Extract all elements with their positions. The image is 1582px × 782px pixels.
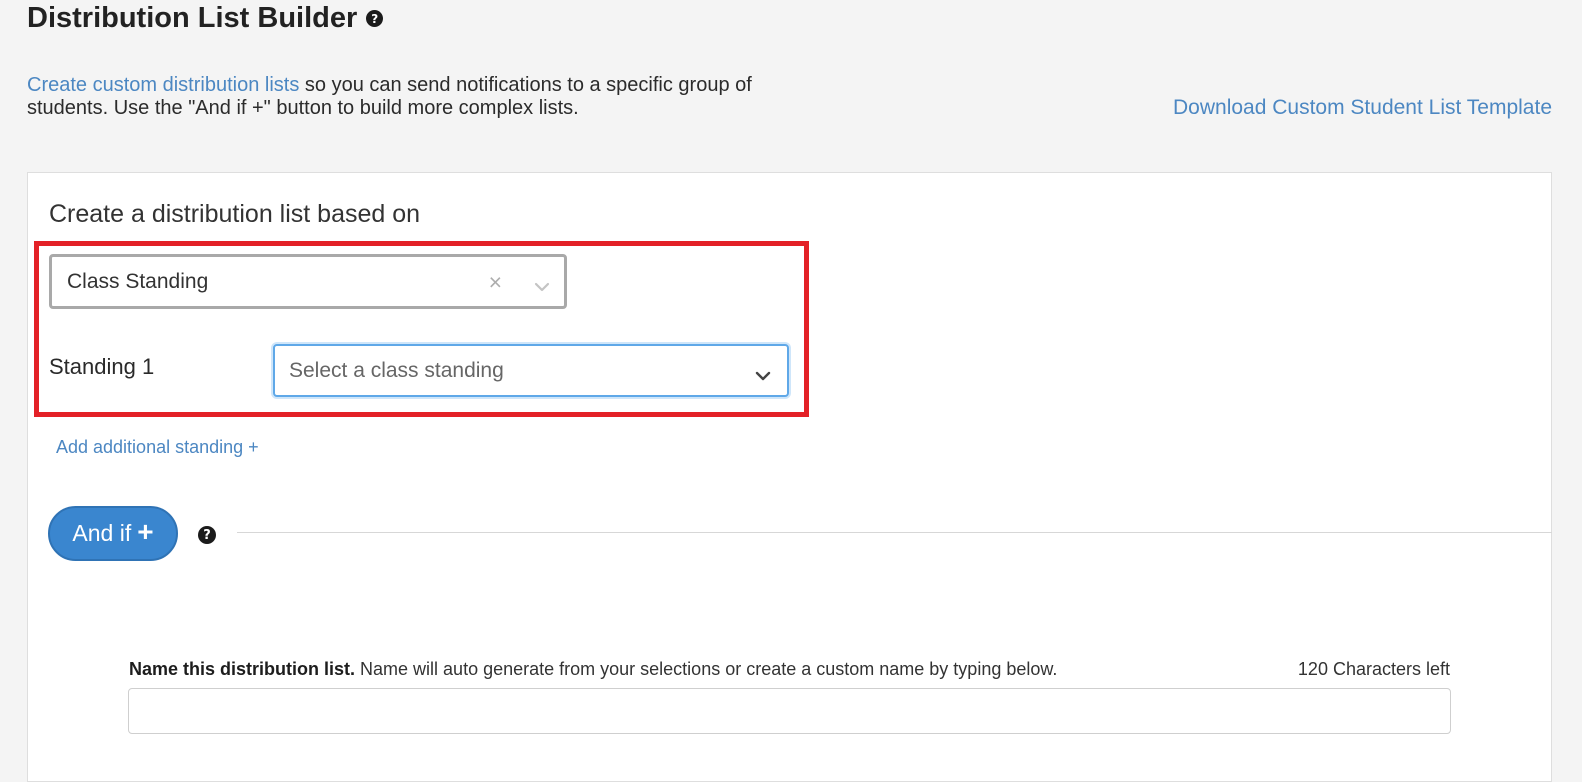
and-if-help-icon[interactable]: ? [198,526,216,544]
plus-icon: + [137,516,154,547]
characters-left-counter: 120 Characters left [1297,659,1450,679]
chevron-down-icon[interactable] [534,274,550,298]
class-standing-placeholder: Select a class standing [289,358,504,382]
name-list-label-bold: Name this distribution list. [129,659,356,679]
add-standing-link[interactable]: Add additional standing + [56,437,259,458]
intro-text: Create custom distribution lists so you … [27,74,817,120]
help-question-icon[interactable]: ? [366,10,384,27]
chevron-down-icon[interactable] [755,363,771,387]
close-icon[interactable]: × [489,269,502,296]
create-lists-link[interactable]: Create custom distribution lists [27,74,299,96]
criteria-select-value: Class Standing [67,269,209,293]
download-template-link[interactable]: Download Custom Student List Template [1173,96,1552,120]
page-title-text: Distribution List Builder [27,2,358,34]
criteria-select[interactable]: Class Standing × [49,254,567,309]
and-if-label: And if [72,520,132,546]
name-list-label-text: Name will auto generate from your select… [355,659,1058,679]
page-title: Distribution List Builder ? [27,2,384,35]
builder-heading: Create a distribution list based on [49,200,421,228]
standing-label: Standing 1 [49,354,155,379]
builder-card: Create a distribution list based on Clas… [27,172,1552,782]
list-name-input[interactable] [128,688,1451,734]
class-standing-select[interactable]: Select a class standing [273,344,789,397]
and-if-button[interactable]: And if + [48,506,178,561]
name-list-label: Name this distribution list. Name will a… [129,659,1057,680]
section-divider [237,532,1552,533]
